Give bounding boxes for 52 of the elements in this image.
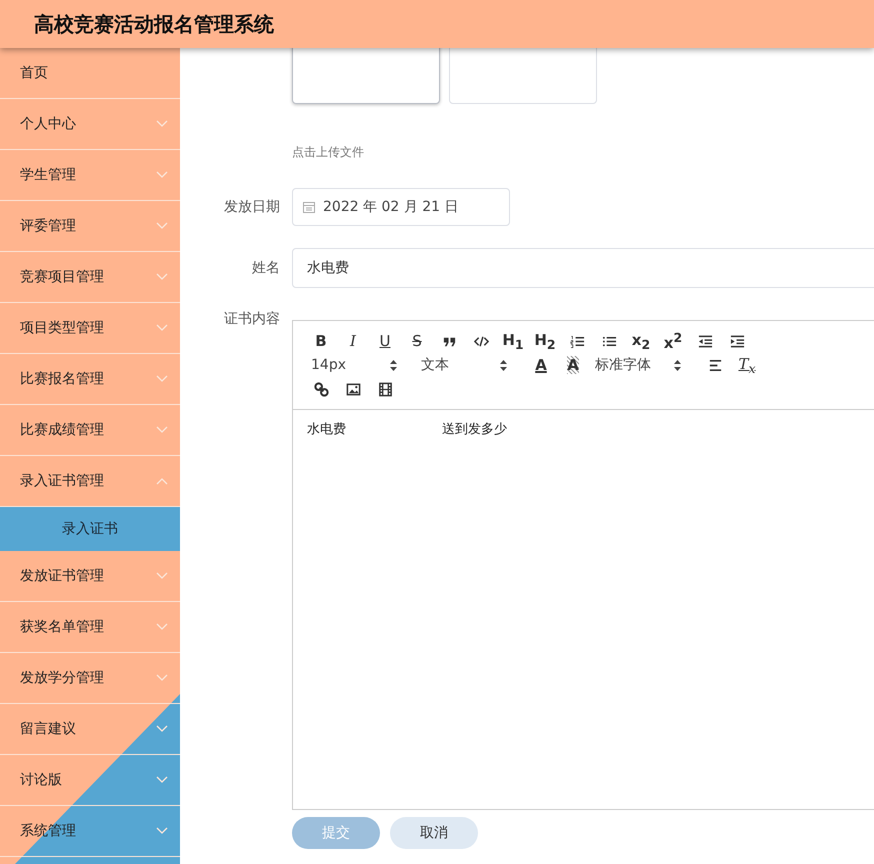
calendar-icon — [303, 201, 315, 213]
video-icon — [378, 382, 392, 396]
format-button[interactable]: x$^{2}$ — [659, 330, 687, 352]
date-field[interactable]: 2022 年 02 月 21 日 — [292, 188, 510, 226]
sidebar-item[interactable]: 获奖名单管理 — [0, 602, 180, 653]
format-button[interactable]: U — [371, 330, 399, 352]
submenu-item[interactable]: 录入证书 — [0, 507, 180, 551]
format-button[interactable]: S — [403, 330, 431, 352]
field-label: 证书内容 — [223, 310, 280, 328]
sidebar-item[interactable]: 留言建议 — [0, 704, 180, 755]
code-icon — [474, 334, 488, 348]
sidebar-item[interactable]: 项目类型管理 — [0, 303, 180, 354]
editor-text: 水电费 — [307, 421, 346, 438]
sidebar-item[interactable]: 讨论版 — [0, 755, 180, 806]
sidebar-item[interactable]: 比赛报名管理 — [0, 354, 180, 405]
sidebar-item[interactable]: 个人中心 — [0, 99, 180, 150]
updown-icon — [674, 360, 681, 370]
link-icon — [314, 382, 328, 396]
name-field[interactable]: 水电费 — [292, 248, 874, 288]
app-title: 高校竞赛活动报名管理系统 — [34, 10, 274, 38]
format-button[interactable]: B — [307, 330, 335, 352]
sidebar-item[interactable]: 发放证书管理 — [0, 551, 180, 602]
format-button[interactable]: x$_{2}$ — [627, 330, 655, 352]
updown-icon — [390, 360, 397, 370]
format-button[interactable]: H$_{2}$ — [531, 330, 559, 352]
image-icon — [346, 382, 360, 396]
upload-hint: 点击上传文件 — [292, 144, 364, 161]
sidebar-item[interactable]: 比赛成绩管理 — [0, 405, 180, 456]
sidebar-item[interactable]: 学生管理 — [0, 150, 180, 201]
format-button[interactable]: A — [527, 354, 555, 376]
field-label: 发放日期 — [223, 198, 280, 216]
sidebar-item[interactable]: 竞赛项目管理 — [0, 252, 180, 303]
field-label: 姓名 — [251, 259, 280, 277]
indent-icon — [730, 334, 744, 348]
format-button[interactable]: T$_{x}$ — [733, 354, 761, 376]
toolbar-dropdown[interactable]: 标准字体 — [591, 354, 691, 376]
sidebar-item[interactable]: 发放学分管理 — [0, 653, 180, 704]
outdent-icon — [698, 334, 712, 348]
format-button[interactable]: A — [559, 354, 587, 376]
align-icon — [708, 358, 722, 372]
cancel-button[interactable]: 取消 — [390, 817, 478, 849]
updown-icon — [500, 360, 507, 370]
toolbar-dropdown[interactable]: 14px — [307, 354, 407, 376]
ordered-list-icon — [570, 334, 584, 348]
sidebar-item[interactable]: 系统管理 — [0, 806, 180, 857]
format-button[interactable]: H$_{1}$ — [499, 330, 527, 352]
toolbar-dropdown[interactable]: 文本 — [417, 354, 517, 376]
rich-text-editor[interactable]: B I U S H$_{1}$ H$_{2}$ x$_{2}$ x$^{2}$ 14px 文本 A A 标准字体 T$_{x}$ 水电费 送到发多少 — [292, 320, 874, 810]
sidebar-item[interactable]: 首页 — [0, 48, 180, 99]
format-button[interactable]: I — [339, 330, 367, 352]
editor-text: 送到发多少 — [442, 421, 507, 438]
sidebar-item[interactable]: 评委管理 — [0, 201, 180, 252]
